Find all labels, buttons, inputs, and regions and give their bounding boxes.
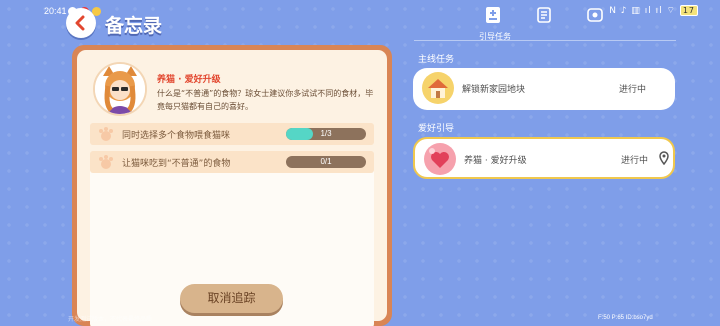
tab-divider [414, 40, 676, 41]
page-title: 备忘录 [105, 15, 163, 37]
task-progress-text: 1/3 [320, 129, 332, 138]
build-notice: 开发测试版本，不代表最终品质 [68, 316, 153, 323]
back-arrow-icon [75, 15, 85, 31]
guide-task-tab-icon[interactable] [484, 6, 502, 24]
status-time: 20:41 [44, 6, 67, 16]
battery-icon: 17 [679, 5, 698, 16]
cat-paw-icon [99, 127, 113, 141]
heart-bubble-icon [424, 143, 456, 175]
task-progress-bar: 0/1 [286, 156, 366, 168]
npc-avatar [93, 62, 147, 116]
main-quest-status: 进行中 [619, 85, 647, 95]
list-tab-icon[interactable] [586, 6, 604, 24]
task-label: 让猫咪吃到“不普通”的食物 [122, 159, 231, 169]
quest-title: 养猫 · 爱好升级 [157, 75, 221, 85]
debug-info: F:50 P:65 ID:bso7yd [598, 315, 653, 321]
task-label: 同时选择多个食物喂食猫咪 [122, 131, 231, 141]
hobby-quest-item[interactable]: 养猫 · 爱好升级 进行中 [413, 137, 675, 179]
cat-paw-icon [99, 155, 113, 169]
hobby-quest-name: 养猫 · 爱好升级 [464, 156, 527, 166]
location-pin-icon[interactable] [659, 151, 669, 165]
status-indicators: N ♪ ▥ ıl ıl ⌔ 17 [609, 5, 698, 16]
back-button[interactable] [66, 8, 96, 38]
task-row: 让猫咪吃到“不普通”的食物 0/1 [90, 151, 374, 173]
main-quest-name: 解锁新家园地块 [462, 85, 526, 95]
hobby-guide-section-label: 爱好引导 [418, 124, 455, 134]
task-row: 同时选择多个食物喂食猫咪 1/3 [90, 123, 374, 145]
hobby-quest-status: 进行中 [621, 156, 649, 166]
main-quest-section-label: 主线任务 [418, 55, 455, 65]
cancel-tracking-button[interactable]: 取消追踪 [180, 284, 283, 313]
house-icon [422, 72, 454, 104]
notes-tab-icon[interactable] [535, 6, 553, 24]
task-progress-bar: 1/3 [286, 128, 366, 140]
quest-detail-paper: 养猫 · 爱好升级 什么是“不普通”的食物？琼女士建议你多试试不同的食材，毕竟每… [77, 50, 387, 326]
quest-description: 什么是“不普通”的食物？琼女士建议你多试试不同的食材，毕竟每只猫都有自己的喜好。 [157, 89, 374, 111]
task-progress-text: 0/1 [320, 157, 332, 166]
main-quest-item[interactable]: 解锁新家园地块 进行中 [413, 68, 675, 110]
cat-girl-portrait-icon [95, 64, 145, 114]
status-icons: N ♪ ▥ ıl ıl ⌔ [609, 6, 676, 16]
